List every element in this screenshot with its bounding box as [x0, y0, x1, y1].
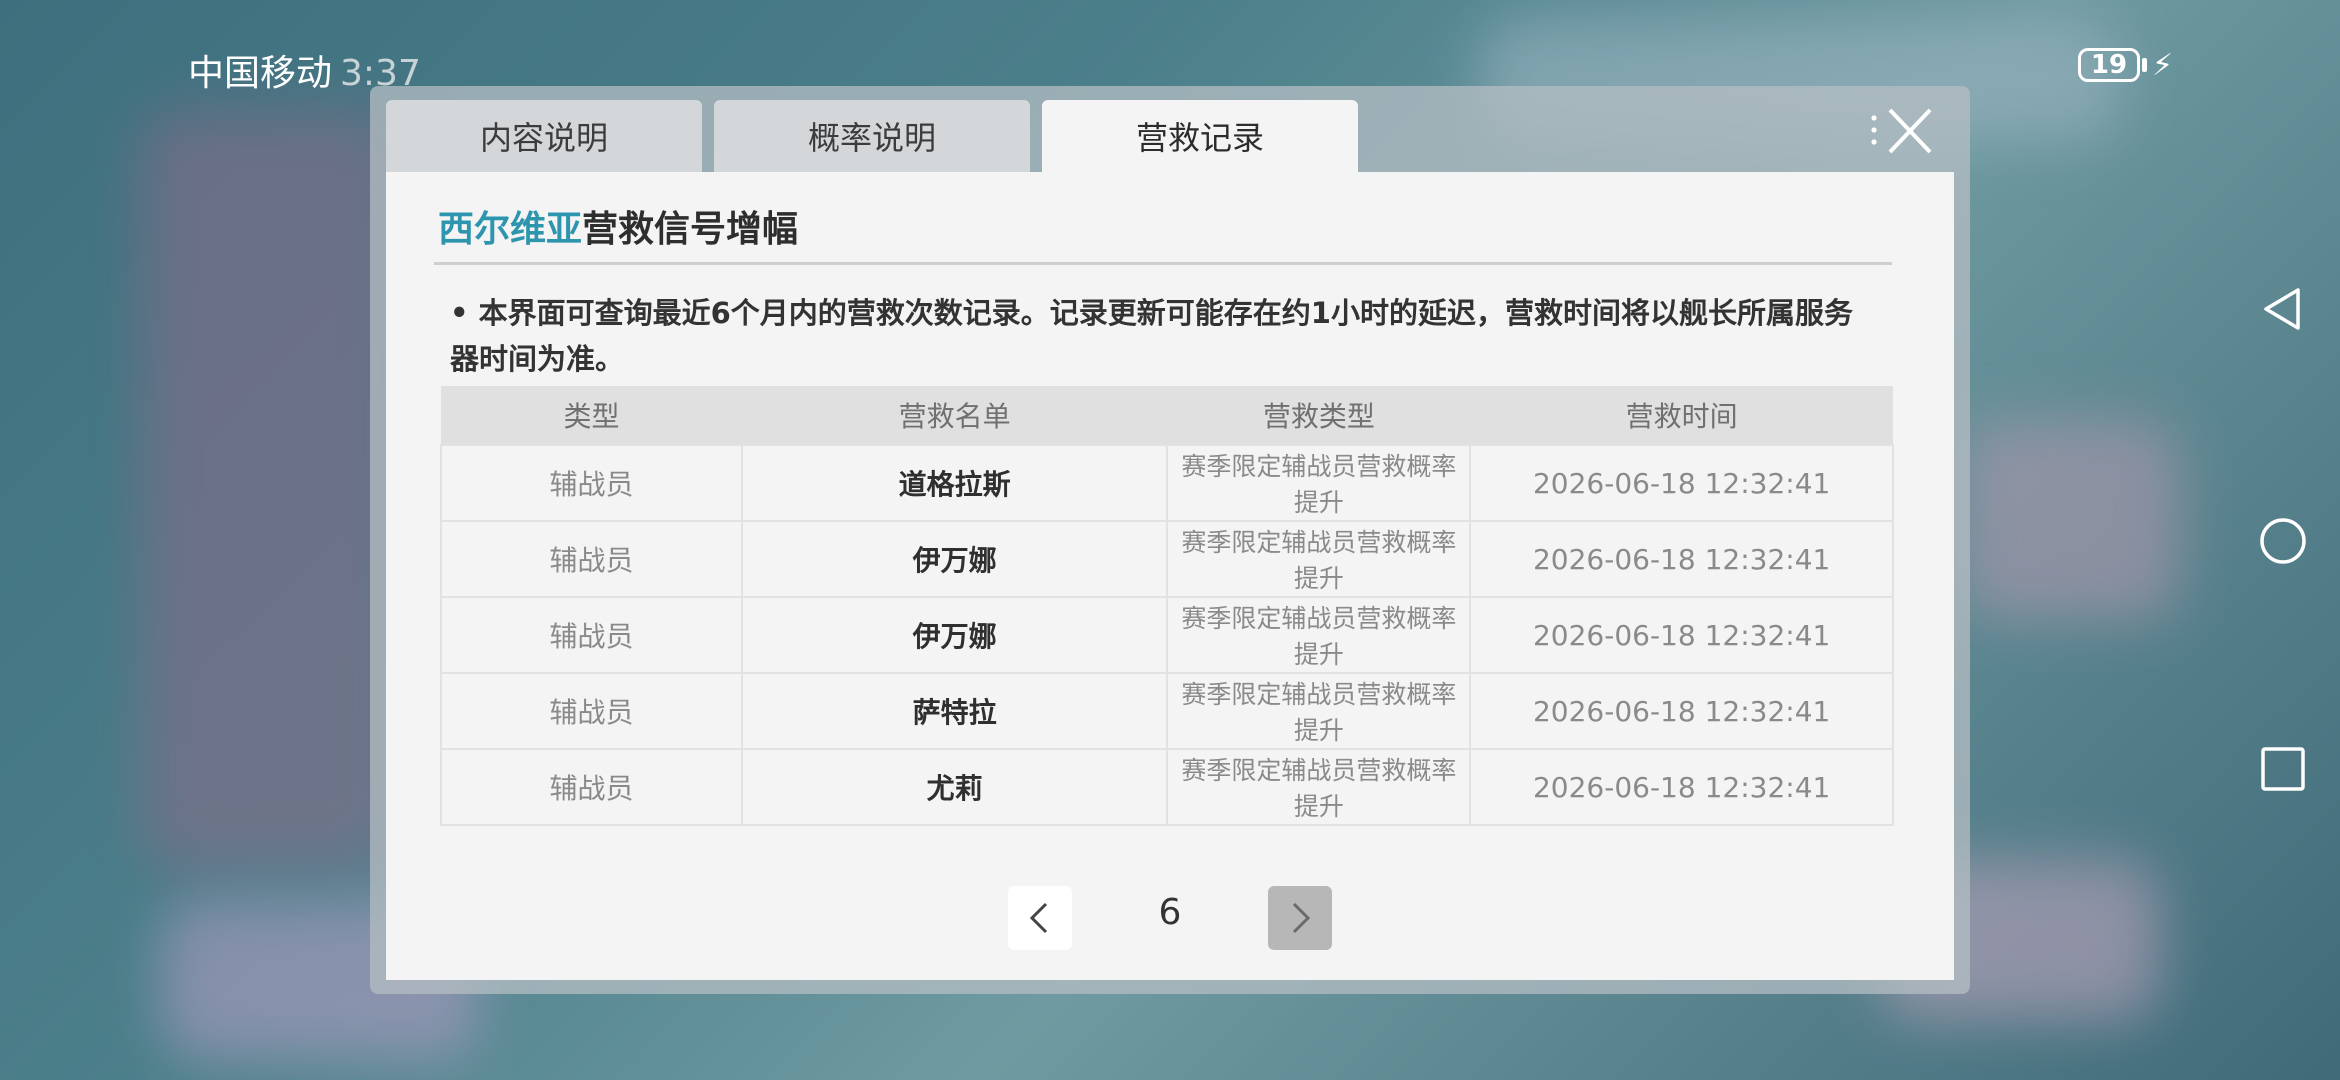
cell-type: 辅战员 [440, 748, 743, 826]
tab-probability-info[interactable]: 概率说明 [714, 100, 1030, 174]
notice-text: • 本界面可查询最近6个月内的营救次数记录。记录更新可能存在约1小时的延迟，营救… [450, 296, 1853, 376]
cell-name: 尤莉 [740, 748, 1169, 826]
close-icon[interactable] [1868, 104, 1938, 160]
title-event-name: 营救信号增幅 [582, 209, 799, 250]
cell-type: 辅战员 [440, 672, 743, 750]
carrier-name: 中国移动 [188, 53, 333, 94]
back-icon[interactable] [2258, 284, 2308, 334]
battery-icon: 19 [2078, 48, 2140, 82]
battery-tip [2142, 58, 2147, 72]
cell-time: 2026-06-18 12:32:41 [1469, 520, 1894, 598]
home-icon[interactable] [2258, 516, 2308, 566]
cell-name: 伊万娜 [740, 596, 1169, 674]
rescue-records-table: 类型 营救名单 营救类型 营救时间 辅战员 道格拉斯 赛季限定辅战员营救概率提升… [440, 386, 1894, 826]
previous-page-button[interactable] [1008, 886, 1072, 950]
page-number: 6 [1158, 892, 1182, 933]
cell-type: 辅战员 [440, 520, 743, 598]
charging-icon: ⚡ [2152, 48, 2174, 83]
cell-rescue-type: 赛季限定辅战员营救概率提升 [1166, 596, 1472, 674]
next-page-button[interactable] [1268, 886, 1332, 950]
column-header-name: 营救名单 [741, 386, 1168, 445]
table-header-row: 类型 营救名单 营救类型 营救时间 [441, 386, 1893, 445]
table-row: 辅战员 伊万娜 赛季限定辅战员营救概率提升 2026-06-18 12:32:4… [440, 520, 1894, 598]
cell-type: 辅战员 [440, 444, 743, 522]
cell-rescue-type: 赛季限定辅战员营救概率提升 [1166, 672, 1472, 750]
cell-name: 伊万娜 [740, 520, 1169, 598]
cell-type: 辅战员 [440, 596, 743, 674]
panel-title: 西尔维亚营救信号增幅 [438, 200, 798, 252]
background-blur [1960, 420, 2180, 620]
background-blur [140, 110, 400, 870]
chevron-right-icon [1292, 902, 1311, 934]
screen: 中国移动 3:37 19 ⚡ 内容说明 概率说明 营救记录 西尔维亚营救信号增幅 … [0, 0, 2340, 1080]
cell-time: 2026-06-18 12:32:41 [1469, 672, 1894, 750]
table-row: 辅战员 道格拉斯 赛季限定辅战员营救概率提升 2026-06-18 12:32:… [440, 444, 1894, 522]
cell-name: 萨特拉 [740, 672, 1169, 750]
table-row: 辅战员 尤莉 赛季限定辅战员营救概率提升 2026-06-18 12:32:41 [440, 748, 1894, 826]
table-row: 辅战员 萨特拉 赛季限定辅战员营救概率提升 2026-06-18 12:32:4… [440, 672, 1894, 750]
column-header-type: 类型 [441, 386, 742, 445]
title-divider [434, 262, 1892, 265]
cell-name: 道格拉斯 [740, 444, 1169, 522]
cell-time: 2026-06-18 12:32:41 [1469, 596, 1894, 674]
cell-rescue-type: 赛季限定辅战员营救概率提升 [1166, 748, 1472, 826]
tab-rescue-records[interactable]: 营救记录 [1042, 100, 1358, 176]
cell-rescue-type: 赛季限定辅战员营救概率提升 [1166, 520, 1472, 598]
tab-content-info[interactable]: 内容说明 [386, 100, 702, 174]
table-row: 辅战员 伊万娜 赛季限定辅战员营救概率提升 2026-06-18 12:32:4… [440, 596, 1894, 674]
chevron-left-icon [1029, 902, 1048, 934]
cell-time: 2026-06-18 12:32:41 [1469, 444, 1894, 522]
column-header-time: 营救时间 [1470, 386, 1893, 445]
column-header-rescue-type: 营救类型 [1167, 386, 1471, 445]
cell-rescue-type: 赛季限定辅战员营救概率提升 [1166, 444, 1472, 522]
recent-apps-icon[interactable] [2258, 744, 2308, 794]
title-character-name: 西尔维亚 [438, 209, 583, 250]
cell-time: 2026-06-18 12:32:41 [1469, 748, 1894, 826]
